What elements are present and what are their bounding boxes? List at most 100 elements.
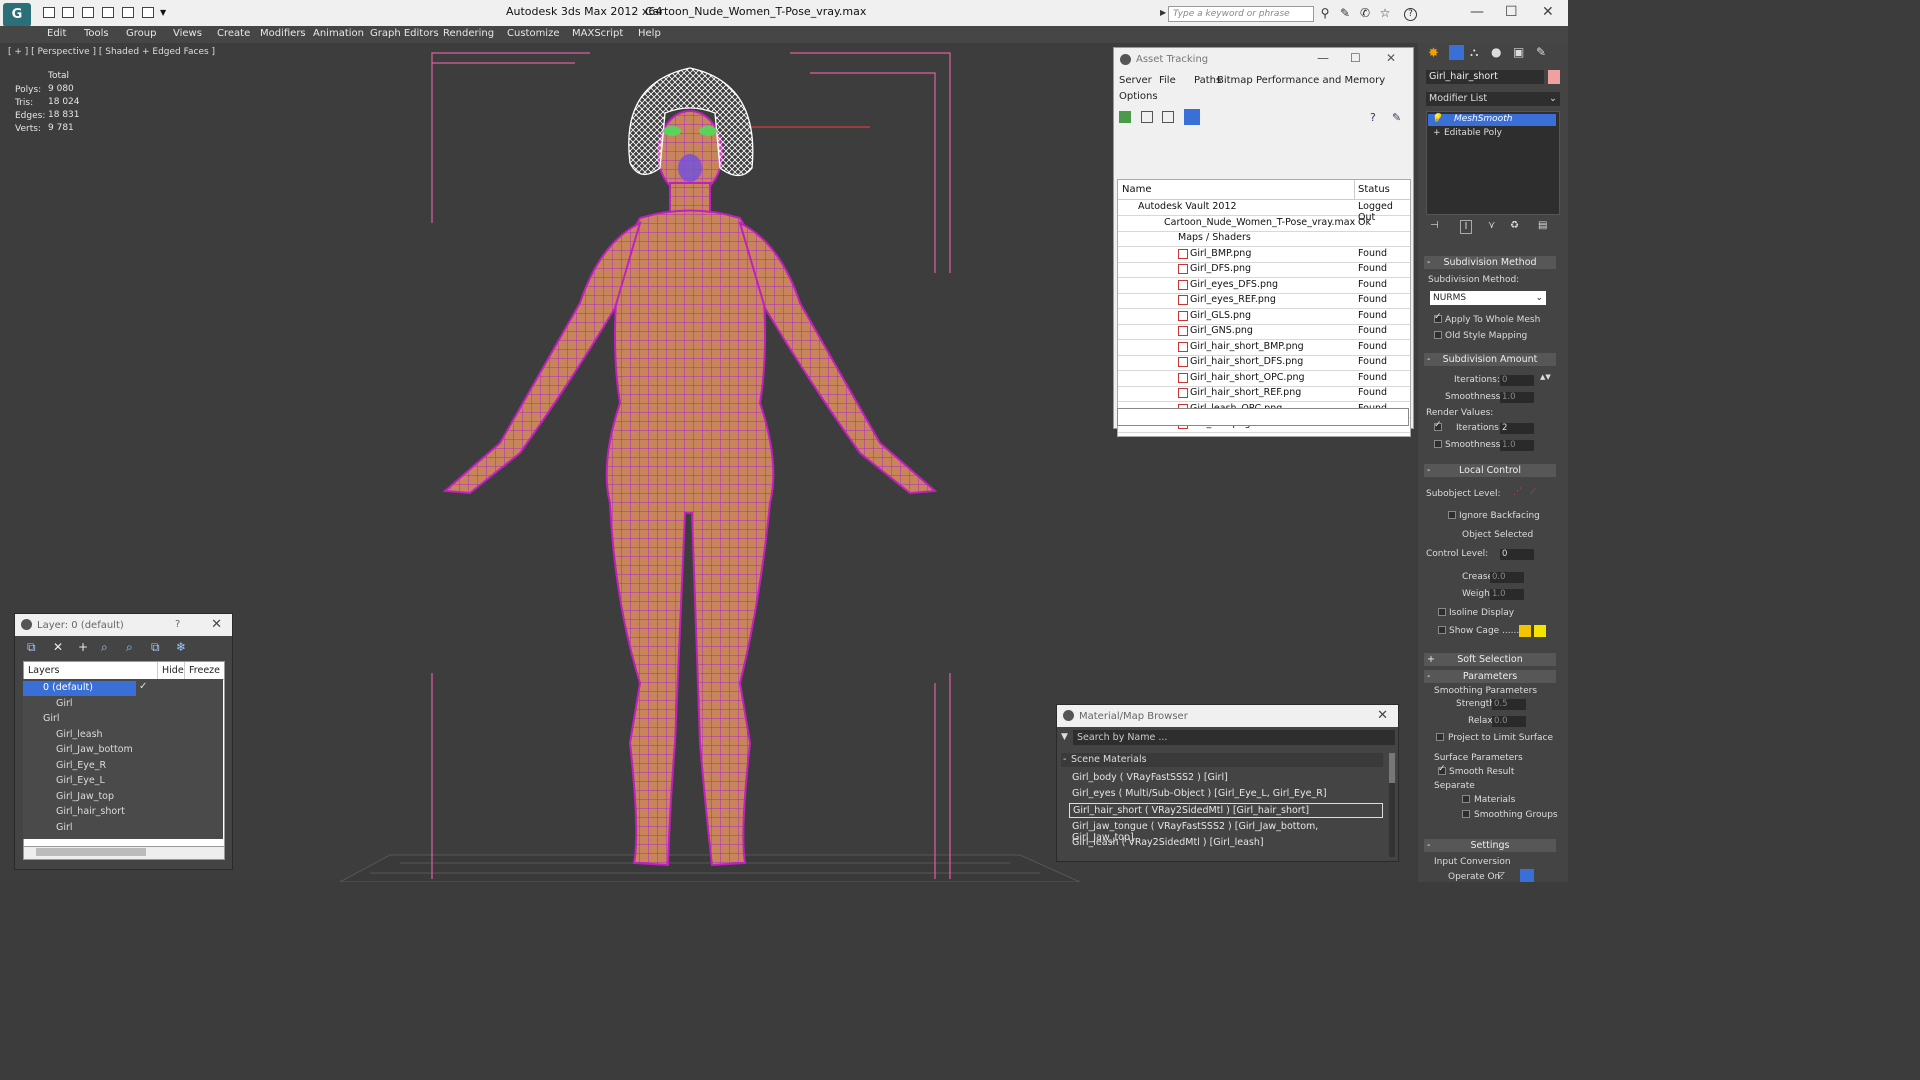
apply-whole-mesh-checkbox[interactable] [1434, 312, 1442, 323]
layer-col-freeze[interactable]: Freeze [185, 662, 224, 680]
menu-graph-editors[interactable]: Graph Editors [370, 28, 439, 39]
open-file-icon[interactable] [62, 7, 74, 18]
refresh-icon[interactable] [1119, 111, 1131, 123]
asset-minimize-button[interactable]: — [1317, 51, 1329, 65]
menu-views[interactable]: Views [173, 28, 202, 39]
table-row[interactable]: Girl_hair_short_BMP.png Found [1118, 340, 1410, 356]
asset-maximize-button[interactable]: ☐ [1350, 51, 1361, 65]
table-row[interactable]: Girl_DFS.png Found [1118, 262, 1410, 278]
close-button[interactable]: ✕ [1542, 4, 1554, 20]
layer-row[interactable]: Girl_Eye_L [23, 774, 219, 789]
remove-modifier-icon[interactable]: ♻ [1510, 220, 1519, 231]
freeze-all-icon[interactable]: ❄ [176, 640, 186, 654]
layer-row[interactable]: Girl_Jaw_bottom [23, 743, 219, 758]
menu-tools[interactable]: Tools [84, 28, 109, 39]
layer-row[interactable]: Girl_leash [23, 728, 219, 743]
modifier-list-dropdown[interactable]: Modifier List ⌄ [1426, 92, 1560, 106]
layer-row[interactable]: Girl_Jaw_top [23, 790, 219, 805]
layer-row-default[interactable]: 0 (default) [23, 681, 136, 696]
table-row[interactable]: Girl_GLS.png Found [1118, 309, 1410, 325]
asset-close-button[interactable]: ✕ [1386, 51, 1396, 65]
rollout-parameters[interactable]: - Parameters [1424, 670, 1556, 683]
new-file-icon[interactable] [43, 7, 55, 18]
vertex-subobject-icon[interactable]: ⋰ [1513, 487, 1522, 497]
layer-col-hide[interactable]: Hide [158, 662, 185, 680]
maximize-button[interactable]: ☐ [1505, 4, 1518, 20]
pin-stack-icon[interactable]: ⊣ [1430, 220, 1439, 231]
search-input[interactable]: Type a keyword or phrase [1168, 6, 1314, 22]
asset-tools-icon[interactable]: ✎ [1392, 111, 1401, 124]
select-in-layer-icon[interactable]: ⌕ [101, 640, 108, 655]
menu-help[interactable]: Help [638, 28, 661, 39]
object-color-swatch[interactable] [1548, 70, 1560, 84]
table-row[interactable]: Maps / Shaders [1118, 231, 1410, 247]
iterations-spinner[interactable]: 0 [1500, 375, 1534, 386]
old-style-mapping-checkbox[interactable] [1434, 331, 1442, 339]
table-view-icon[interactable] [1162, 111, 1174, 123]
hide-all-icon[interactable]: ⧉ [151, 640, 160, 655]
rollout-soft-selection[interactable]: + Soft Selection [1424, 653, 1556, 666]
asset-menu-server[interactable]: Server [1119, 75, 1152, 86]
layer-col-layers[interactable]: Layers [24, 662, 158, 680]
project-folder-icon[interactable] [142, 7, 154, 18]
operate-on-triangles-icon[interactable]: ◸ [1498, 871, 1505, 881]
asset-menu-options[interactable]: Options [1119, 91, 1158, 102]
menu-create[interactable]: Create [217, 28, 250, 39]
material-vertical-scrollbar[interactable] [1389, 753, 1395, 857]
table-row[interactable]: Girl_hair_short_REF.png Found [1118, 386, 1410, 402]
modifier-stack-item-editable-poly[interactable]: + Editable Poly [1428, 128, 1556, 140]
layer-row[interactable]: Girl_Eye_R [23, 759, 219, 774]
cage-color-1[interactable] [1519, 625, 1531, 637]
communication-icon[interactable]: ✆ [1358, 6, 1372, 20]
make-unique-icon[interactable]: ⋎ [1488, 220, 1495, 231]
rollout-local-control[interactable]: - Local Control [1424, 464, 1556, 477]
quick-access-dropdown-icon[interactable]: ▼ [160, 8, 166, 17]
smooth-result-checkbox[interactable] [1438, 764, 1446, 775]
utilities-tab-icon[interactable]: ✎ [1536, 45, 1546, 59]
help-icon[interactable]: ? [1404, 8, 1417, 21]
isoline-display-checkbox[interactable] [1438, 608, 1446, 616]
configure-sets-icon[interactable]: ▤ [1538, 220, 1547, 231]
relax-spinner[interactable]: 0.0 [1492, 716, 1526, 727]
asset-menu-file[interactable]: File [1159, 75, 1176, 86]
favorites-star-icon[interactable]: ☆ [1378, 6, 1392, 20]
edge-subobject-icon[interactable]: ⟋ [1530, 487, 1536, 497]
menu-edit[interactable]: Edit [47, 28, 66, 39]
rollout-subdivision-method[interactable]: - Subdivision Method [1424, 256, 1556, 269]
strength-spinner[interactable]: 0.5 [1492, 699, 1526, 710]
delete-layer-icon[interactable]: ✕ [53, 640, 63, 654]
binoculars-icon[interactable]: ⚲ [1318, 6, 1332, 20]
render-iterations-spinner[interactable]: 2 [1500, 423, 1534, 434]
highlight-layer-icon[interactable]: ⌕ [126, 640, 133, 655]
project-limit-checkbox[interactable] [1436, 733, 1444, 741]
undo-icon[interactable] [102, 7, 114, 18]
spinner-arrows-icon[interactable]: ▲▼ [1540, 373, 1551, 381]
viewport-label[interactable]: [ + ] [ Perspective ] [ Shaded + Edged F… [8, 47, 215, 57]
minimize-button[interactable]: — [1470, 4, 1484, 20]
table-row[interactable]: Girl_BMP.png Found [1118, 247, 1410, 263]
material-item[interactable]: Girl_body ( VRayFastSSS2 ) [Girl] [1069, 771, 1383, 786]
create-tab-icon[interactable]: ✸ [1428, 46, 1439, 61]
asset-col-status[interactable]: Status [1355, 180, 1410, 200]
show-end-result-icon[interactable]: Ι [1460, 220, 1472, 234]
table-row[interactable]: Girl_eyes_REF.png Found [1118, 293, 1410, 309]
show-cage-checkbox[interactable] [1438, 626, 1446, 634]
subdivision-method-dropdown[interactable]: NURMS ⌄ [1430, 291, 1546, 305]
subscription-icon[interactable]: ✎ [1338, 6, 1352, 20]
render-smoothness-checkbox[interactable] [1434, 440, 1442, 448]
asset-col-name[interactable]: Name [1118, 180, 1355, 200]
table-row[interactable]: Girl_hair_short_DFS.png Found [1118, 355, 1410, 371]
scene-materials-section[interactable]: - Scene Materials [1061, 753, 1383, 767]
hierarchy-tab-icon[interactable]: ⛬ [1470, 45, 1478, 60]
object-name-field[interactable]: Girl_hair_short [1426, 70, 1544, 84]
weight-spinner[interactable]: 1.0 [1490, 589, 1524, 600]
material-options-icon[interactable]: ▼ [1061, 732, 1068, 742]
control-level-spinner[interactable]: 0 [1500, 549, 1534, 560]
material-item-selected[interactable]: Girl_hair_short ( VRay2SidedMtl ) [Girl_… [1069, 803, 1383, 818]
rollout-settings[interactable]: - Settings [1424, 839, 1556, 852]
material-close-button[interactable]: ✕ [1377, 708, 1388, 723]
menu-group[interactable]: Group [126, 28, 156, 39]
smoothing-groups-checkbox[interactable] [1462, 810, 1470, 818]
app-logo-icon[interactable]: G [3, 3, 31, 27]
table-row[interactable]: Girl_eyes_DFS.png Found [1118, 278, 1410, 294]
